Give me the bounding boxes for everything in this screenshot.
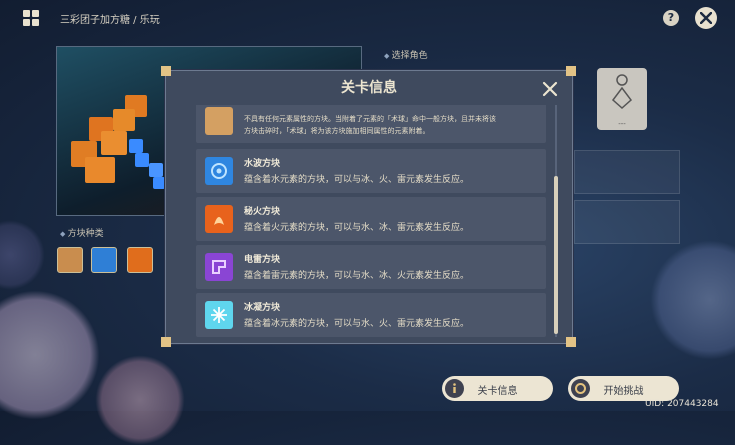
swatch-hydro-block	[91, 247, 117, 273]
list-item: 秘火方块 蕴含着火元素的方块，可以与水、冰、雷元素发生反应。	[196, 197, 546, 241]
right-panel-b	[574, 200, 680, 244]
cryo-block-icon	[205, 301, 233, 329]
preview-orange-cube	[85, 157, 115, 183]
bg-flower-right	[650, 240, 735, 360]
hydro-block-icon	[205, 157, 233, 185]
modal-corner	[161, 337, 171, 347]
modal-corner	[161, 66, 171, 76]
character-slot-caption: ---	[618, 120, 626, 128]
modal-corner	[566, 337, 576, 347]
item-name: 电雷方块	[244, 255, 281, 265]
item-desc: 蕴含着雷元素的方块，可以与水、冰、火元素发生反应。	[244, 271, 470, 281]
top-bar: 三彩团子加方糖 / 乐玩 ?	[0, 0, 735, 36]
item-desc-line: 不具有任何元素属性的方块。当附着了元素的「术球」命中一般方块，且并未将该	[244, 115, 496, 123]
character-slot[interactable]: ---	[597, 68, 647, 130]
help-icon[interactable]: ?	[663, 10, 679, 26]
item-name: 冰凝方块	[244, 303, 281, 313]
uid-label: UID: 207443284	[645, 399, 719, 409]
modal-title: 关卡信息	[341, 80, 397, 96]
preview-blue-cube	[149, 163, 163, 177]
scrollbar-thumb[interactable]	[554, 176, 558, 334]
block-info-list[interactable]: 不具有任何元素属性的方块。当附着了元素的「术球」命中一般方块，且并未将该 方块击…	[196, 105, 546, 337]
right-panel-a	[574, 150, 680, 194]
item-name: 秘火方块	[244, 207, 281, 217]
character-silhouette-icon	[611, 74, 633, 110]
bg-flower-left	[0, 290, 100, 420]
modal-corner	[566, 66, 576, 76]
item-desc: 蕴含着火元素的方块，可以与水、冰、雷元素发生反应。	[244, 223, 470, 233]
list-item: 冰凝方块 蕴含着冰元素的方块，可以与水、火、雷元素发生反应。	[196, 293, 546, 337]
level-info-button[interactable]: 关卡信息	[442, 376, 553, 401]
swatch-pyro-block	[127, 247, 153, 273]
app-grid-icon[interactable]	[22, 9, 40, 27]
block-types-label: 方块种类	[60, 226, 104, 239]
preview-orange-cube	[101, 131, 127, 155]
list-item: 电雷方块 蕴含着雷元素的方块，可以与水、冰、火元素发生反应。	[196, 245, 546, 289]
close-icon[interactable]	[542, 81, 558, 97]
level-info-modal: 关卡信息 不具有任何元素属性的方块。当附着了元素的「术球」命中一般方块，且并未将…	[161, 66, 576, 347]
preview-blue-cube	[129, 139, 143, 153]
electro-block-icon	[205, 253, 233, 281]
pyro-block-icon	[205, 205, 233, 233]
preview-orange-cube	[113, 109, 135, 131]
bg-flower-left-mid	[95, 355, 185, 445]
preview-blue-cube	[153, 177, 165, 189]
list-item: 水波方块 蕴含着水元素的方块，可以与冰、火、雷元素发生反应。	[196, 149, 546, 193]
normal-block-icon	[205, 107, 233, 135]
swatch-normal-block	[57, 247, 83, 273]
breadcrumb: 三彩团子加方糖 / 乐玩	[60, 15, 160, 26]
item-desc-line: 方块击碎时，「术球」将为该方块施加相同属性的元素附着。	[244, 127, 430, 135]
level-info-label: 关卡信息	[477, 386, 518, 397]
item-name: 水波方块	[244, 159, 281, 169]
item-desc: 蕴含着冰元素的方块，可以与水、火、雷元素发生反应。	[244, 319, 470, 329]
close-icon[interactable]	[695, 7, 717, 29]
list-item: 不具有任何元素属性的方块。当附着了元素的「术球」命中一般方块，且并未将该 方块击…	[196, 105, 546, 143]
select-character-label: 选择角色	[384, 48, 428, 61]
bg-flower-left-top	[0, 220, 45, 290]
item-desc: 蕴含着水元素的方块，可以与冰、火、雷元素发生反应。	[244, 175, 470, 185]
preview-blue-cube	[135, 153, 149, 167]
start-challenge-button[interactable]: 开始挑战	[568, 376, 679, 401]
start-challenge-label: 开始挑战	[603, 386, 644, 397]
